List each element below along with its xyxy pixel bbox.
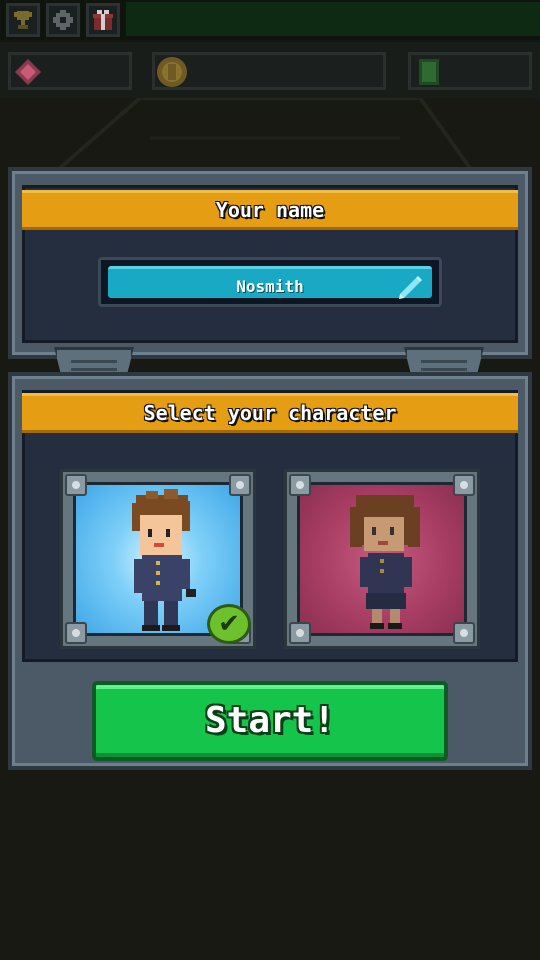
name-panel-title: Your name: [22, 190, 518, 230]
name-field[interactable]: Nosmith: [98, 257, 442, 307]
top-bar-strip: [126, 2, 540, 36]
settings-button[interactable]: [46, 3, 80, 37]
coin-icon: [157, 57, 187, 87]
name-field-fill: Nosmith: [108, 266, 432, 299]
bolt-icon: [65, 474, 87, 496]
cash-icon: [419, 59, 439, 85]
gem-icon: [15, 59, 41, 85]
cash-counter: [408, 52, 532, 90]
bolt-icon: [65, 622, 87, 644]
gear-icon: [53, 10, 73, 30]
character-card-female[interactable]: [284, 469, 480, 649]
trophy-icon: [14, 11, 32, 29]
bolt-icon: [453, 474, 475, 496]
checkmark-icon: ✔: [207, 604, 251, 644]
start-button[interactable]: Start!: [92, 681, 448, 761]
pencil-icon[interactable]: [396, 272, 426, 302]
trophy-button[interactable]: [6, 3, 40, 37]
gift-icon: [93, 10, 113, 30]
gift-button[interactable]: [86, 3, 120, 37]
bolt-icon: [289, 474, 311, 496]
gem-counter: [8, 52, 132, 90]
coin-counter: [152, 52, 386, 90]
resource-bar: [0, 42, 540, 98]
bolt-icon: [289, 622, 311, 644]
character-panel-title: Select your character: [22, 393, 518, 433]
character-portrait-female: [297, 482, 467, 636]
name-value: Nosmith: [236, 277, 304, 296]
top-bar: [0, 0, 540, 40]
bolt-icon: [229, 474, 251, 496]
female-character-sprite: [350, 495, 420, 629]
bolt-icon: [453, 622, 475, 644]
